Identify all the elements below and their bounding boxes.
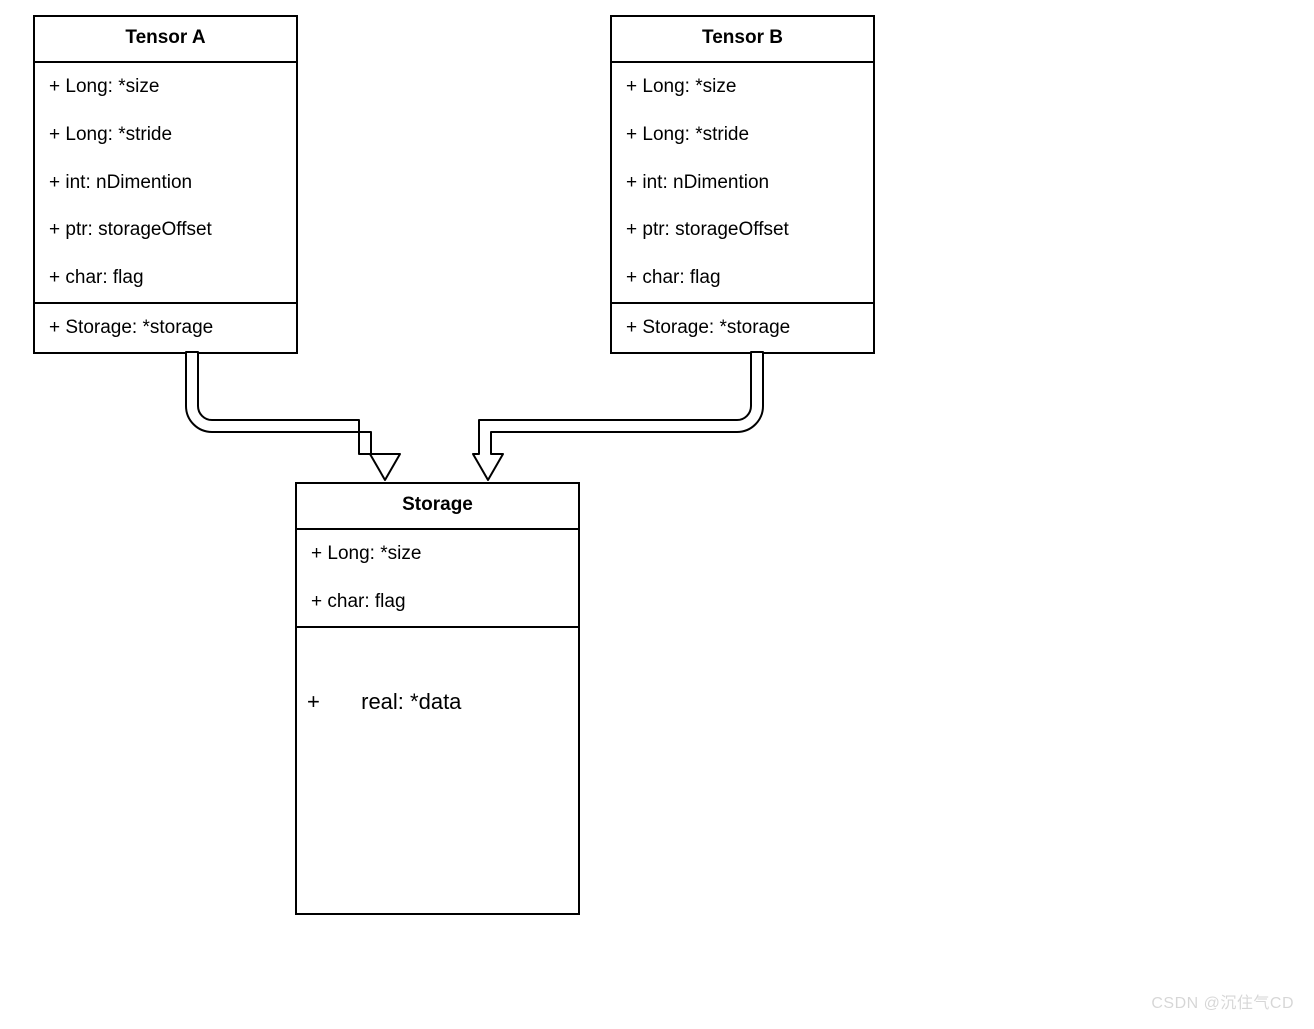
ref-section: + Storage: *storage: [35, 304, 296, 352]
arrow-a-to-storage: [186, 352, 400, 480]
class-title: Storage: [297, 484, 578, 530]
ref-section: + Storage: *storage: [612, 304, 873, 352]
arrow-b-to-storage: [473, 352, 763, 480]
attr-section: + Long: *size + char: flag: [297, 530, 578, 628]
data-label: real: *data: [361, 689, 461, 714]
attr-row: + Long: *size: [297, 530, 578, 578]
attr-row: + char: flag: [297, 578, 578, 626]
class-title: Tensor A: [35, 17, 296, 63]
class-title: Tensor B: [612, 17, 873, 63]
data-row: + real: *data: [297, 628, 578, 776]
attr-row: + Long: *size: [35, 63, 296, 111]
attr-row: + char: flag: [612, 254, 873, 302]
attr-row: + Long: *size: [612, 63, 873, 111]
ref-row: + Storage: *storage: [612, 304, 873, 352]
watermark: CSDN @沉住气CD: [1151, 989, 1294, 1013]
attr-row: + int: nDimention: [612, 159, 873, 207]
attr-section: + Long: *size + Long: *stride + int: nDi…: [35, 63, 296, 304]
data-section: + real: *data: [297, 628, 578, 905]
class-box-tensor-b: Tensor B + Long: *size + Long: *stride +…: [610, 15, 875, 354]
attr-row: + int: nDimention: [35, 159, 296, 207]
ref-row: + Storage: *storage: [35, 304, 296, 352]
attr-row: + ptr: storageOffset: [612, 206, 873, 254]
attr-row: + Long: *stride: [35, 111, 296, 159]
data-plus: +: [307, 688, 355, 716]
attr-row: + ptr: storageOffset: [35, 206, 296, 254]
class-box-tensor-a: Tensor A + Long: *size + Long: *stride +…: [33, 15, 298, 354]
attr-row: + char: flag: [35, 254, 296, 302]
attr-section: + Long: *size + Long: *stride + int: nDi…: [612, 63, 873, 304]
attr-row: + Long: *stride: [612, 111, 873, 159]
class-box-storage: Storage + Long: *size + char: flag + rea…: [295, 482, 580, 915]
